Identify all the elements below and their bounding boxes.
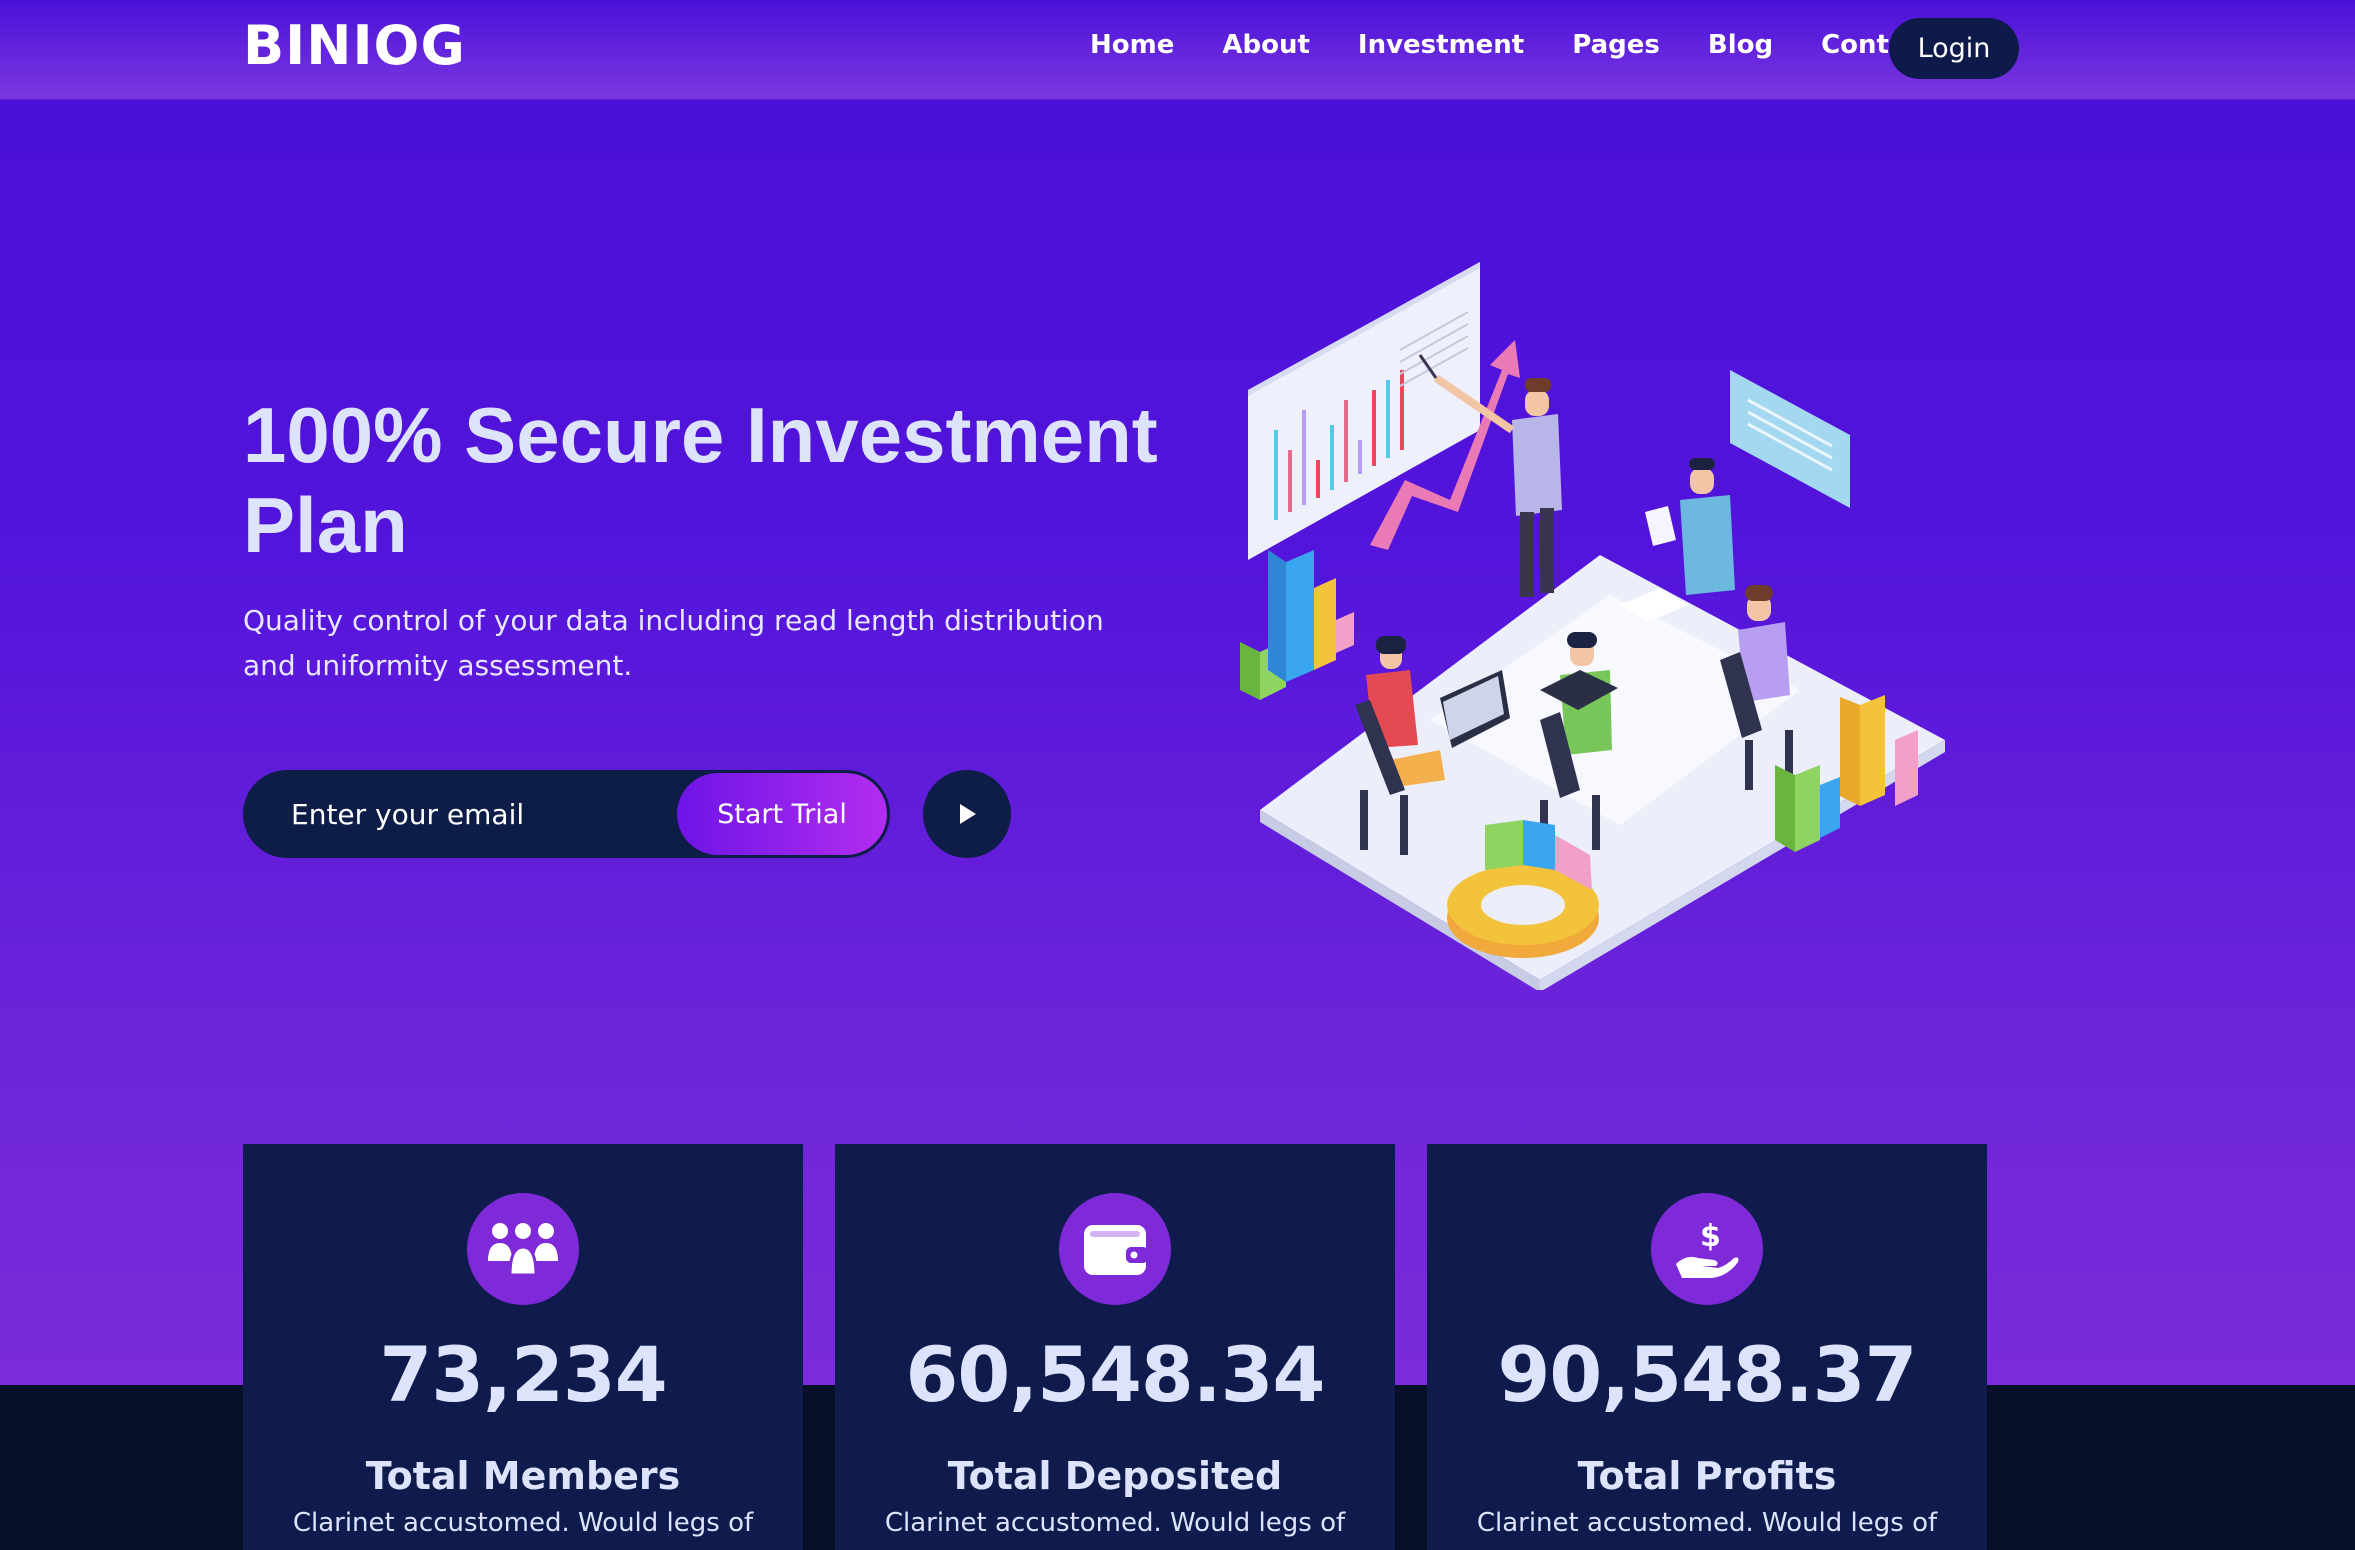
- stat-card-deposited: 60,548.34 Total Deposited Clarinet accus…: [835, 1144, 1395, 1550]
- brand-logo[interactable]: BINIOG: [243, 14, 466, 77]
- play-icon: [960, 804, 976, 824]
- play-video-button[interactable]: [923, 770, 1011, 858]
- hand-dollar-icon: $: [1651, 1193, 1763, 1305]
- stat-desc-members: Clarinet accustomed. Would legs of: [292, 1508, 754, 1538]
- hero-subtitle: Quality control of your data including r…: [243, 604, 1104, 682]
- nav-link-about[interactable]: About: [1222, 30, 1310, 60]
- nav-link-investment[interactable]: Investment: [1358, 30, 1524, 60]
- users-group-icon: [467, 1193, 579, 1305]
- top-navbar: BINIOG Home About Investment Pages Blog …: [0, 0, 2355, 100]
- team-meeting-illustration: [1240, 262, 1945, 990]
- chart-board: [1248, 262, 1480, 560]
- stat-label-deposited: Total Deposited: [947, 1454, 1283, 1498]
- nav-menu: Home About Investment Pages Blog Contact: [1090, 30, 1982, 60]
- stat-desc-profits: Clarinet accustomed. Would legs of: [1476, 1508, 1938, 1538]
- hero-title: 100% Secure Investment Plan: [243, 391, 1158, 569]
- nav-link-pages[interactable]: Pages: [1572, 30, 1660, 60]
- stat-value-members: 73,234: [379, 1330, 667, 1419]
- svg-text:$: $: [1700, 1219, 1721, 1254]
- stat-card-profits: $ 90,548.37 Total Profits Clarinet accus…: [1427, 1144, 1987, 1550]
- chat-bubble: [1730, 370, 1850, 508]
- left-bar-blocks: [1240, 550, 1354, 700]
- email-signup-form: Start Trial: [243, 770, 890, 858]
- stat-desc-deposited: Clarinet accustomed. Would legs of: [884, 1508, 1346, 1538]
- stat-card-members: 73,234 Total Members Clarinet accustomed…: [243, 1144, 803, 1550]
- nav-link-home[interactable]: Home: [1090, 30, 1174, 60]
- stat-value-deposited: 60,548.34: [905, 1330, 1326, 1419]
- stat-label-members: Total Members: [365, 1454, 681, 1498]
- stat-label-profits: Total Profits: [1577, 1454, 1837, 1498]
- start-trial-button[interactable]: Start Trial: [677, 773, 887, 855]
- wallet-icon: [1059, 1193, 1171, 1305]
- login-button[interactable]: Login: [1889, 18, 2019, 79]
- email-input[interactable]: [243, 770, 673, 858]
- stat-value-profits: 90,548.37: [1497, 1330, 1918, 1419]
- nav-link-blog[interactable]: Blog: [1708, 30, 1773, 60]
- standing-person-figure: [1645, 458, 1735, 595]
